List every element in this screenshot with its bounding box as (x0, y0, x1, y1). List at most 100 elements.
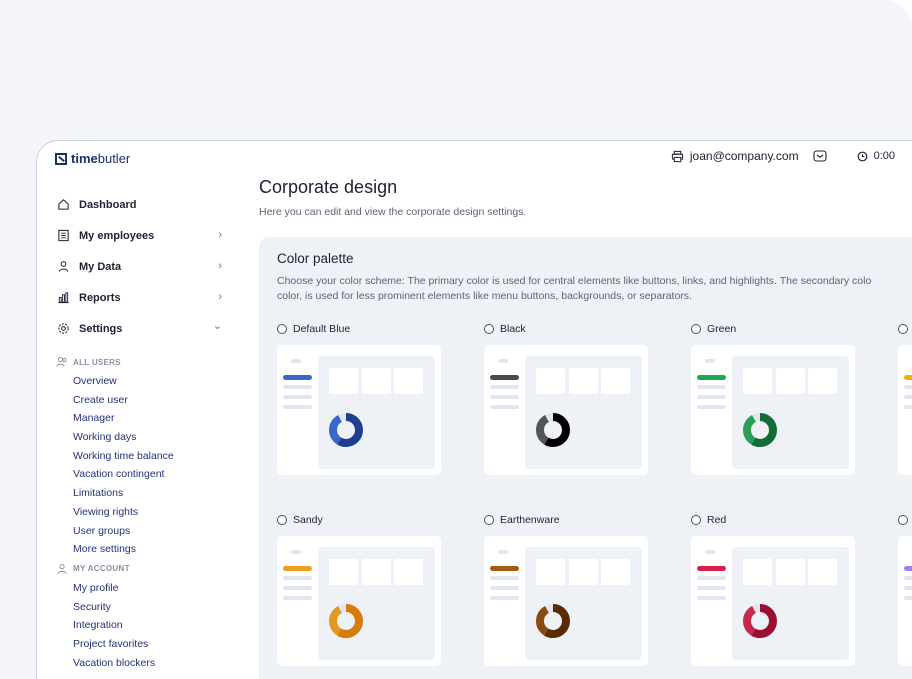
palette-option[interactable] (898, 322, 912, 475)
palette-option[interactable] (898, 513, 912, 666)
radio-button[interactable] (277, 324, 287, 334)
palette-radio-row[interactable] (898, 513, 912, 527)
preview-tile (601, 368, 630, 394)
gear-icon (56, 322, 70, 336)
sidebar-item-label: Reports (79, 291, 121, 304)
radio-button[interactable] (277, 515, 287, 525)
palette-option[interactable]: Black (484, 322, 648, 475)
chevron-right-icon: › (218, 291, 222, 303)
sidebar-link-working-time-balance[interactable]: Working time balance (37, 447, 237, 466)
palette-option[interactable]: Sandy (277, 513, 441, 666)
preview-primary-bar (904, 375, 912, 380)
palette-option[interactable]: Red (691, 513, 855, 666)
preview-line (490, 405, 519, 409)
sidebar-link-user-groups[interactable]: User groups (37, 522, 237, 541)
palette-option[interactable]: Earthenware (484, 513, 648, 666)
radio-button[interactable] (898, 515, 908, 525)
sidebar-link-project-favorites[interactable]: Project favorites (37, 635, 237, 654)
palette-preview[interactable] (277, 345, 441, 475)
preview-tile (394, 559, 423, 585)
preview-tile (808, 559, 837, 585)
sidebar-link-my-profile[interactable]: My profile (37, 579, 237, 598)
sidebar-link-manager[interactable]: Manager (37, 409, 237, 428)
preview-tile (776, 559, 805, 585)
radio-button[interactable] (691, 324, 701, 334)
palette-option[interactable]: Default Blue (277, 322, 441, 475)
radio-button[interactable] (484, 515, 494, 525)
sidebar-link-working-days[interactable]: Working days (37, 428, 237, 447)
sidebar-link-create-user[interactable]: Create user (37, 391, 237, 410)
preview-dot (498, 550, 508, 554)
preview-line (490, 596, 519, 600)
radio-button[interactable] (484, 324, 494, 334)
palette-preview[interactable] (484, 345, 648, 475)
sidebar-link-integration[interactable]: Integration (37, 616, 237, 635)
radio-button[interactable] (691, 515, 701, 525)
sidebar-link-limitations[interactable]: Limitations (37, 484, 237, 503)
sidebar-link-viewing-rights[interactable]: Viewing rights (37, 503, 237, 522)
preview-tile (536, 368, 565, 394)
preview-line (697, 596, 726, 600)
palette-radio-row[interactable]: Green (691, 322, 855, 336)
palette-option-label: Earthenware (500, 514, 560, 526)
palette-radio-row[interactable]: Default Blue (277, 322, 441, 336)
color-palette-panel: Color palette Choose your color scheme: … (259, 237, 912, 679)
sidebar-link-vacation-blockers[interactable]: Vacation blockers (37, 654, 237, 673)
palette-radio-row[interactable]: Black (484, 322, 648, 336)
mail-icon[interactable] (813, 150, 827, 162)
palette-radio-row[interactable]: Red (691, 513, 855, 527)
palette-preview-graphic (283, 547, 435, 660)
preview-line (697, 395, 726, 399)
sidebar-item-reports[interactable]: Reports › (37, 282, 237, 313)
chevron-right-icon: › (218, 229, 222, 241)
timer-value[interactable]: 0:00 (874, 150, 895, 162)
sidebar-item-settings[interactable]: Settings ⌄ (37, 313, 237, 344)
preview-primary-bar (904, 566, 912, 571)
timebutler-logo[interactable]: timebutler (55, 151, 130, 166)
palette-preview[interactable] (691, 536, 855, 666)
palette-option[interactable]: Green (691, 322, 855, 475)
preview-tile (569, 559, 598, 585)
palette-preview[interactable] (277, 536, 441, 666)
preview-tile (329, 559, 358, 585)
sidebar-item-label: My Data (79, 260, 122, 273)
sidebar-item-label: Dashboard (79, 198, 137, 211)
my-account-heading: MY ACCOUNT (37, 561, 237, 577)
users-icon (56, 356, 68, 368)
palette-preview[interactable] (898, 345, 912, 475)
sidebar-link-overview[interactable]: Overview (37, 372, 237, 391)
user-email[interactable]: joan@company.com (690, 149, 799, 163)
radio-button[interactable] (898, 324, 908, 334)
palette-radio-row[interactable]: Earthenware (484, 513, 648, 527)
preview-line (697, 385, 726, 389)
preview-line (283, 385, 312, 389)
sidebar-item-label: My employees (79, 229, 155, 242)
preview-primary-bar (490, 375, 519, 380)
topbar: joan@company.com 0:00 (671, 149, 895, 163)
sidebar-link-security[interactable]: Security (37, 598, 237, 617)
preview-line (904, 586, 912, 590)
logo-mark-icon (55, 152, 67, 165)
palette-preview[interactable] (898, 536, 912, 666)
preview-line (490, 385, 519, 389)
clock-icon[interactable] (857, 151, 868, 162)
palette-radio-row[interactable]: Sandy (277, 513, 441, 527)
preview-tile (329, 368, 358, 394)
panel-title: Color palette (277, 251, 354, 266)
preview-primary-bar (283, 566, 312, 571)
palette-preview[interactable] (484, 536, 648, 666)
preview-dot (705, 550, 715, 554)
sidebar-link-more-settings[interactable]: More settings (37, 540, 237, 559)
palette-preview[interactable] (691, 345, 855, 475)
preview-line (283, 586, 312, 590)
palette-radio-row[interactable] (898, 322, 912, 336)
sidebar-item-dashboard[interactable]: Dashboard (37, 189, 237, 220)
sidebar: Dashboard My employees › My Data › Repor… (37, 189, 237, 672)
sidebar-item-my-employees[interactable]: My employees › (37, 220, 237, 251)
preview-line (904, 576, 912, 580)
sidebar-item-my-data[interactable]: My Data › (37, 251, 237, 282)
home-icon (56, 198, 70, 212)
preview-tile (601, 559, 630, 585)
sidebar-link-vacation-contingent[interactable]: Vacation contingent (37, 465, 237, 484)
printer-icon[interactable] (671, 150, 684, 163)
